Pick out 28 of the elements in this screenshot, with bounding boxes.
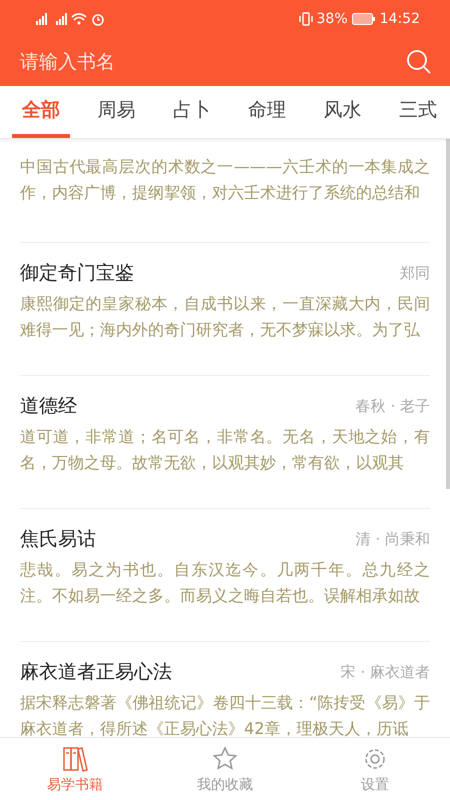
book-author: 郑同 xyxy=(400,264,430,282)
book-title[interactable]: 麻衣道者正易心法 xyxy=(20,659,172,685)
category-tab[interactable]: 风水 xyxy=(314,86,372,138)
book-description: 道可道，非常道；名可名，非常名。无名，天地之始，有名，万物之母。故常无欲，以观其妙，常有欲，以观其 xyxy=(20,426,430,474)
book-author: 清 · 尚秉和 xyxy=(356,530,430,548)
book-author: 春秋 · 老子 xyxy=(356,396,430,416)
category-tab[interactable]: 占卜 xyxy=(162,86,221,138)
category-tab[interactable]: 周易 xyxy=(87,86,146,138)
book-author: 宋 · 麻衣道者 xyxy=(340,662,430,682)
book-title[interactable]: 道德经 xyxy=(20,393,77,419)
book-title[interactable]: 御定奇门宝鉴 xyxy=(20,260,134,286)
book-title[interactable]: 焦氏易诂 xyxy=(20,526,96,552)
clock-time: 14:52 xyxy=(380,11,420,27)
books-icon xyxy=(61,744,89,772)
book-description: 据宋释志磐著《佛祖统记》卷四十三载：“陈抟受《易》于麻衣道者，得所述《正易心法》42章，理极天人，历诋 xyxy=(20,692,430,737)
search-field[interactable]: 请输入书名 xyxy=(20,51,320,73)
category-tab[interactable]: 命理 xyxy=(238,86,296,138)
book-description: 中国古代最高层次的术数之一———六壬术的一本集成之作，内容广博，提纲挈领，对六壬术进行了系统的总结和 xyxy=(20,156,430,204)
battery-icon xyxy=(352,13,376,25)
category-tab[interactable]: 全部 xyxy=(12,86,70,138)
search-icon[interactable] xyxy=(406,49,432,75)
category-tab[interactable]: 三式 xyxy=(388,86,447,138)
book-description: 康熙御定的皇家秘本，自成书以来，一直深藏大内，民间难得一见；海内外的奇门研究者，无不梦寐以求。为了弘 xyxy=(20,293,430,341)
battery-percent: 38% xyxy=(316,11,348,27)
book-description: 悲哉。易之为书也。自东汉迄今。几两千年。总九经之注。不如易一经之多。而易义之晦自若也。误解相承如故 xyxy=(20,559,430,607)
vibrate-icon xyxy=(298,12,313,26)
scrollbar[interactable] xyxy=(446,139,450,489)
star-icon xyxy=(211,744,239,772)
